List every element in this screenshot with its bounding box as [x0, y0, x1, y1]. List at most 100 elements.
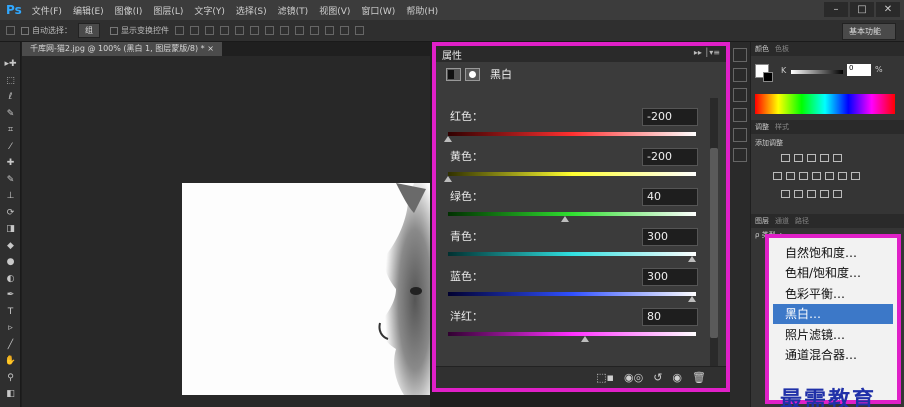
path-select-tool-icon[interactable]: ▹ — [0, 320, 21, 337]
vibrance-icon[interactable] — [773, 172, 782, 180]
panel-menu-icon[interactable]: ▸▸ │▾≡ — [694, 48, 720, 57]
color-balance-icon[interactable] — [799, 172, 808, 180]
curves-icon[interactable] — [807, 154, 816, 162]
slider-thumb[interactable] — [444, 176, 452, 182]
dodge-tool-icon[interactable]: ◐ — [0, 271, 21, 288]
black-white-icon[interactable] — [812, 172, 821, 180]
properties-header[interactable]: 属性 ▸▸ │▾≡ — [436, 46, 726, 62]
brush-panel-icon[interactable] — [733, 88, 747, 102]
menu-file[interactable]: 文件(F) — [32, 4, 62, 17]
menu-window[interactable]: 窗口(W) — [361, 4, 395, 17]
tab-styles[interactable]: 样式 — [775, 122, 789, 132]
exposure-icon[interactable] — [820, 154, 829, 162]
align-right-icon[interactable] — [250, 26, 259, 35]
menu-view[interactable]: 视图(V) — [319, 4, 350, 17]
slider-track[interactable] — [448, 292, 696, 296]
distribute-left-icon[interactable] — [310, 26, 319, 35]
selective-color-icon[interactable] — [833, 190, 842, 198]
posterize-icon[interactable] — [794, 190, 803, 198]
color-swatches-icon[interactable]: ◧ — [0, 386, 21, 403]
distribute-top-icon[interactable] — [265, 26, 274, 35]
menu-help[interactable]: 帮助(H) — [406, 4, 438, 17]
tab-layers[interactable]: 图层 — [755, 216, 769, 226]
marquee-tool-icon[interactable]: ⬚ — [0, 73, 21, 90]
slider-value-input[interactable]: 300 — [642, 268, 698, 286]
slider-track[interactable] — [448, 172, 696, 176]
menu-type[interactable]: 文字(Y) — [194, 4, 225, 17]
align-left-icon[interactable] — [220, 26, 229, 35]
close-button[interactable]: ✕ — [876, 2, 900, 17]
menu-filter[interactable]: 滤镜(T) — [278, 4, 309, 17]
paragraph-panel-icon[interactable] — [733, 148, 747, 162]
menu-layer[interactable]: 图层(L) — [153, 4, 183, 17]
color-spectrum[interactable] — [755, 94, 895, 114]
tab-swatches[interactable]: 色板 — [775, 44, 789, 54]
shape-tool-icon[interactable]: ╱ — [0, 337, 21, 354]
distribute-middle-icon[interactable] — [280, 26, 289, 35]
color-lookup-icon[interactable] — [851, 172, 860, 180]
visibility-icon[interactable]: ◉ — [672, 371, 682, 384]
align-middle-icon[interactable] — [190, 26, 199, 35]
hue-saturation-icon[interactable] — [786, 172, 795, 180]
quick-select-tool-icon[interactable]: ✎ — [0, 106, 21, 123]
menu-item[interactable]: 黑白… — [773, 303, 893, 324]
blur-tool-icon[interactable]: ● — [0, 254, 21, 271]
gradient-map-triangle-icon[interactable] — [833, 154, 842, 162]
slider-thumb[interactable] — [688, 296, 696, 302]
brush-tool-icon[interactable]: ✎ — [0, 172, 21, 189]
slider-value-input[interactable]: 40 — [642, 188, 698, 206]
slider-thumb[interactable] — [688, 256, 696, 262]
distribute-center-icon[interactable] — [325, 26, 334, 35]
history-panel-icon[interactable] — [733, 48, 747, 62]
menu-item[interactable]: 自然饱和度… — [773, 242, 893, 262]
layer-mask-icon[interactable] — [465, 67, 480, 81]
background-color-swatch[interactable] — [763, 72, 773, 82]
workspace-select[interactable]: 基本功能 — [842, 23, 896, 40]
stamp-tool-icon[interactable]: ⊥ — [0, 188, 21, 205]
zoom-tool-icon[interactable]: ⚲ — [0, 370, 21, 387]
pen-tool-icon[interactable]: ✒ — [0, 287, 21, 304]
k-channel-slider[interactable] — [791, 70, 843, 74]
k-channel-value[interactable]: 0 — [847, 64, 871, 76]
actions-panel-icon[interactable] — [733, 68, 747, 82]
menu-item[interactable]: 通道混合器… — [773, 345, 893, 365]
adjustment-layer-icon[interactable] — [446, 67, 461, 81]
threshold-icon[interactable] — [807, 190, 816, 198]
align-top-icon[interactable] — [175, 26, 184, 35]
menu-item[interactable]: 色彩平衡… — [773, 283, 893, 303]
menu-item[interactable]: 色相/饱和度… — [773, 263, 893, 283]
character-panel-icon[interactable] — [733, 128, 747, 142]
slider-thumb[interactable] — [580, 336, 589, 342]
move-tool-icon[interactable]: ▸✚ — [0, 56, 21, 73]
document-tab[interactable]: 千库网-猫2.jpg @ 100% (黑白 1, 图层蒙版/8) * × — [22, 42, 222, 56]
show-transform-checkbox[interactable] — [110, 26, 118, 35]
menu-select[interactable]: 选择(S) — [236, 4, 267, 17]
tab-adjustments[interactable]: 调整 — [755, 122, 769, 132]
minimize-button[interactable]: – — [824, 2, 848, 17]
clip-to-layer-icon[interactable]: ⬚▪ — [596, 371, 614, 384]
slider-value-input[interactable]: 300 — [642, 228, 698, 246]
properties-scroll-thumb[interactable] — [710, 148, 718, 338]
gradient-map-icon[interactable] — [820, 190, 829, 198]
slider-value-input[interactable]: -200 — [642, 148, 698, 166]
crop-tool-icon[interactable]: ⌗ — [0, 122, 21, 139]
levels-icon[interactable] — [794, 154, 803, 162]
photo-filter-icon[interactable] — [825, 172, 834, 180]
document-canvas[interactable] — [182, 183, 430, 395]
align-center-icon[interactable] — [235, 26, 244, 35]
slider-value-input[interactable]: -200 — [642, 108, 698, 126]
menu-image[interactable]: 图像(I) — [115, 4, 143, 17]
healing-brush-tool-icon[interactable]: ✚ — [0, 155, 21, 172]
slider-track[interactable] — [448, 212, 696, 216]
distribute-right-icon[interactable] — [340, 26, 349, 35]
maximize-button[interactable]: □ — [850, 2, 874, 17]
auto-select-target-select[interactable]: 组 — [78, 23, 100, 38]
invert-icon[interactable] — [781, 190, 790, 198]
eraser-tool-icon[interactable]: ◨ — [0, 221, 21, 238]
paint-bucket-tool-icon[interactable]: ◆ — [0, 238, 21, 255]
type-tool-icon[interactable]: T — [0, 304, 21, 321]
history-brush-tool-icon[interactable]: ⟳ — [0, 205, 21, 222]
distribute-bottom-icon[interactable] — [295, 26, 304, 35]
slider-value-input[interactable]: 80 — [642, 308, 698, 326]
reset-icon[interactable]: ↺ — [653, 371, 662, 384]
